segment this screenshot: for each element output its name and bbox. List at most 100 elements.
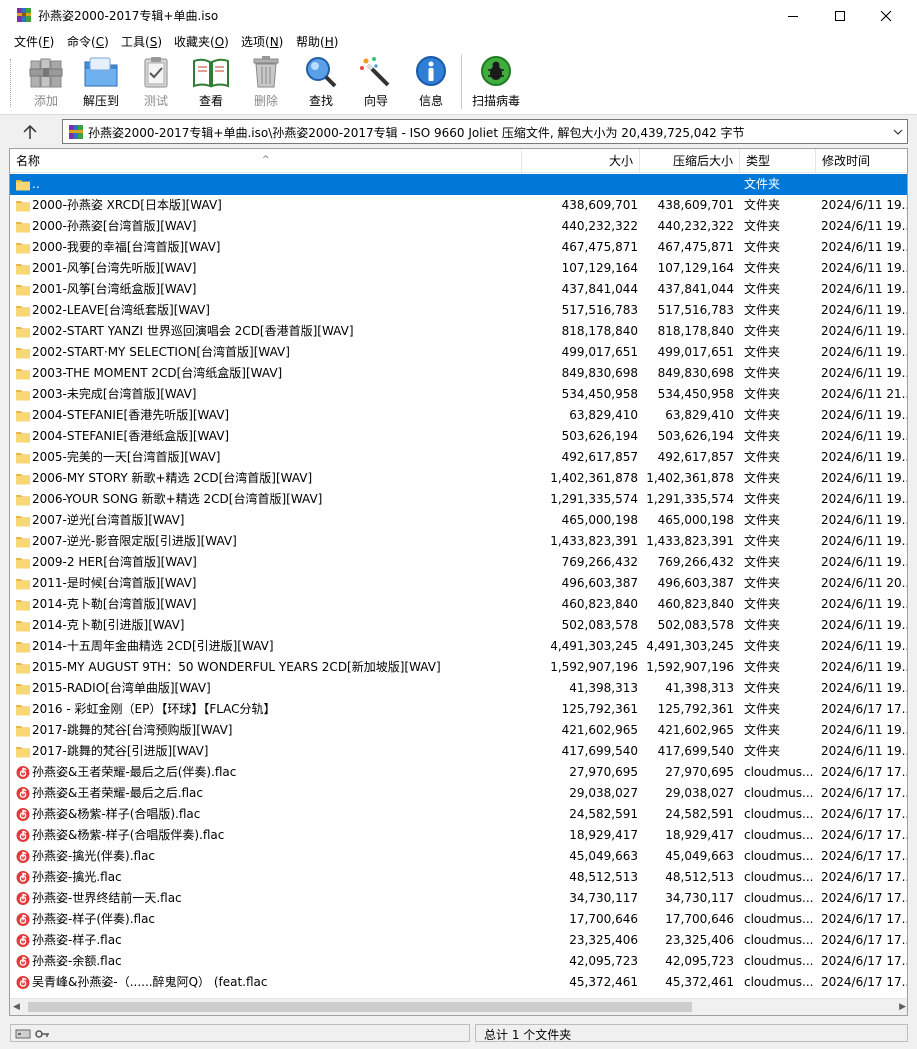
file-type: 文件夹	[744, 555, 781, 569]
file-size: 769,266,432	[561, 555, 638, 569]
delete-button[interactable]: 删除	[238, 55, 294, 113]
file-row[interactable]: 吴青峰&孙燕姿-（......醉鬼阿Q） (feat.flac 45,372,46…	[10, 972, 907, 993]
column-header-modified[interactable]: 修改时间	[816, 149, 907, 173]
folder-row[interactable]: 2009-2 HER[台湾首版][WAV] 769,266,432 769,266,…	[10, 552, 907, 573]
file-row[interactable]: 孙燕姿-擒光(伴奏).flac 45,049,663 45,049,663 cloud…	[10, 846, 907, 867]
view-button[interactable]: 查看	[183, 55, 239, 113]
folder-row[interactable]: 2017-跳舞的梵谷[台湾预购版][WAV] 421,602,965 421,602…	[10, 720, 907, 741]
folder-row[interactable]: 2001-风筝[台湾先听版][WAV] 107,129,164 107,129,16…	[10, 258, 907, 279]
trash-icon	[253, 56, 279, 88]
folder-row[interactable]: 2002-START·MY SELECTION[台湾首版][WAV] 499,01…	[10, 342, 907, 363]
file-list[interactable]: 名称 ^ 大小 压缩后大小 类型 修改时间 .. 文件夹 2000-孙燕姿 XRCD…	[9, 148, 908, 1016]
info-button[interactable]: 信息	[403, 55, 459, 113]
scroll-left-icon[interactable]: ◀	[13, 1002, 20, 1012]
folder-row[interactable]: 2000-孙燕姿 XRCD[日本版][WAV] 438,609,701 438,60…	[10, 195, 907, 216]
folder-row[interactable]: .. 文件夹	[10, 174, 907, 195]
file-row[interactable]: 孙燕姿&杨紫-样子(合唱版伴奏).flac 18,929,417 18,929,41…	[10, 825, 908, 846]
test-button[interactable]: 测试	[128, 55, 184, 113]
file-type: 文件夹	[744, 282, 781, 296]
folder-row[interactable]: 2014-十五周年金曲精选 2CD[引进版][WAV] 4,491,303,245…	[10, 636, 907, 657]
folder-row[interactable]: 2015-RADIO[台湾单曲版][WAV] 41,398,313 41,398,3…	[10, 678, 907, 699]
menu-command[interactable]: 命令(C)	[67, 33, 109, 50]
modified-date: 2024/6/11 19...	[821, 429, 908, 443]
title-bar[interactable]: 孙燕姿2000-2017专辑+单曲.iso	[0, 0, 917, 31]
close-button[interactable]	[863, 0, 909, 31]
file-type: cloudmus...	[744, 765, 814, 779]
column-header-packed[interactable]: 压缩后大小	[640, 149, 740, 173]
find-button[interactable]: 查找	[293, 55, 349, 113]
folder-row[interactable]: 2005-完美的一天[台湾首版][WAV] 492,617,857 492,617,…	[10, 447, 907, 468]
menu-tools[interactable]: 工具(S)	[121, 33, 162, 50]
column-header-size[interactable]: 大小	[522, 149, 640, 173]
file-size: 23,325,406	[569, 933, 638, 947]
folder-row[interactable]: 2004-STEFANIE[香港纸盒版][WAV] 503,626,194 503,…	[10, 426, 908, 447]
modified-date: 2024/6/11 19...	[821, 513, 908, 527]
folder-row[interactable]: 2014-克卜勒[引进版][WAV] 502,083,578 502,083,578…	[10, 615, 907, 636]
menu-favorites[interactable]: 收藏夹(O)	[174, 33, 229, 50]
file-row[interactable]: 孙燕姿&杨紫-样子(合唱版).flac 24,582,591 24,582,591 c…	[10, 804, 907, 825]
file-size: 849,830,698	[561, 366, 638, 380]
folder-row[interactable]: 2006-YOUR SONG 新歌+精选 2CD[台湾首版][WAV] 1,291…	[10, 489, 907, 510]
packed-size: 818,178,840	[657, 324, 734, 338]
file-type: 文件夹	[744, 408, 781, 422]
menu-help[interactable]: 帮助(H)	[296, 33, 338, 50]
folder-row[interactable]: 2002-LEAVE[台湾纸套版][WAV] 517,516,783 517,516…	[10, 300, 907, 321]
add-button[interactable]: 添加	[18, 55, 74, 113]
column-header-name[interactable]: 名称 ^	[10, 149, 522, 173]
address-field[interactable]: 孙燕姿2000-2017专辑+单曲.iso\孙燕姿2000-2017专辑 - I…	[62, 119, 908, 144]
modified-date: 2024/6/17 17...	[821, 828, 908, 842]
folder-row[interactable]: 2007-逆光-影音限定版[引进版][WAV] 1,433,823,391 1,43…	[10, 531, 907, 552]
packed-size: 23,325,406	[665, 933, 734, 947]
scan-virus-button[interactable]: 扫描病毒	[467, 55, 525, 113]
file-name: 2017-跳舞的梵谷[台湾预购版][WAV]	[32, 723, 233, 737]
folder-row[interactable]: 2014-克卜勒[台湾首版][WAV] 460,823,840 460,823,84…	[10, 594, 907, 615]
folder-row[interactable]: 2011-是时候[台湾首版][WAV] 496,603,387 496,603,38…	[10, 573, 907, 594]
folder-row[interactable]: 2001-风筝[台湾纸盒版][WAV] 437,841,044 437,841,04…	[10, 279, 907, 300]
file-size: 417,699,540	[561, 744, 638, 758]
file-row[interactable]: 孙燕姿-世界终结前一天.flac 34,730,117 34,730,117 clou…	[10, 888, 907, 909]
folder-row[interactable]: 2006-MY STORY 新歌+精选 2CD[台湾首版][WAV] 1,402,…	[10, 468, 907, 489]
file-row[interactable]: 孙燕姿&王者荣耀-最后之后.flac 29,038,027 29,038,027 cl…	[10, 783, 907, 804]
info-icon	[416, 56, 446, 86]
folder-row[interactable]: 2017-跳舞的梵谷[引进版][WAV] 417,699,540 417,699,5…	[10, 741, 907, 762]
folder-row[interactable]: 2000-我要的幸福[台湾首版][WAV] 467,475,871 467,475,…	[10, 237, 907, 258]
scroll-thumb[interactable]	[28, 1002, 692, 1012]
packed-size: 769,266,432	[657, 555, 734, 569]
wizard-button[interactable]: 向导	[348, 55, 404, 113]
horizontal-scrollbar[interactable]: ◀ ▶	[10, 998, 907, 1015]
folder-row[interactable]: 2000-孙燕姿[台湾首版][WAV] 440,232,322 440,232,32…	[10, 216, 907, 237]
column-header-type[interactable]: 类型	[740, 149, 816, 173]
scan-virus-label: 扫描病毒	[471, 94, 520, 108]
packed-size: 496,603,387	[657, 576, 734, 590]
file-type: cloudmus...	[744, 891, 814, 905]
folder-row[interactable]: 2003-THE MOMENT 2CD[台湾纸盒版][WAV] 849,830,6…	[10, 363, 907, 384]
chevron-down-icon[interactable]	[893, 128, 903, 136]
books-icon	[29, 58, 63, 88]
drive-key-icon[interactable]	[15, 1028, 51, 1040]
file-type: 文件夹	[744, 534, 781, 548]
packed-size: 34,730,117	[665, 891, 734, 905]
netease-music-icon	[16, 871, 30, 884]
extract-button[interactable]: 解压到	[73, 55, 129, 113]
file-row[interactable]: 孙燕姿-擒光.flac 48,512,513 48,512,513 cloudmus.…	[10, 867, 907, 888]
file-row[interactable]: 孙燕姿-样子(伴奏).flac 17,700,646 17,700,646 cloud…	[10, 909, 907, 930]
file-row[interactable]: 孙燕姿&王者荣耀-最后之后(伴奏).flac 27,970,695 27,970,6…	[10, 762, 907, 783]
up-arrow-icon[interactable]	[20, 123, 40, 141]
folder-row[interactable]: 2016 - 彩虹金刚（EP）【环球】【FLAC分轨】 125,792,361 12…	[10, 699, 907, 720]
file-row[interactable]: 孙燕姿-余额.flac 42,095,723 42,095,723 cloudmus.…	[10, 951, 907, 972]
menu-file[interactable]: 文件(F)	[14, 33, 54, 50]
folder-icon	[16, 726, 30, 737]
maximize-button[interactable]	[817, 0, 863, 31]
file-size: 818,178,840	[561, 324, 638, 338]
folder-row[interactable]: 2015-MY AUGUST 9TH：50 WONDERFUL YEARS 2C…	[10, 657, 907, 678]
packed-size: 502,083,578	[657, 618, 734, 632]
folder-row[interactable]: 2002-START YANZI 世界巡回演唱会 2CD[香港首版][WAV] 8…	[10, 321, 907, 342]
folder-row[interactable]: 2003-未完成[台湾首版][WAV] 534,450,958 534,450,95…	[10, 384, 907, 405]
minimize-button[interactable]	[770, 0, 816, 31]
folder-row[interactable]: 2004-STEFANIE[香港先听版][WAV] 63,829,410 63,82…	[10, 405, 907, 426]
file-row[interactable]: 孙燕姿-样子.flac 23,325,406 23,325,406 cloudmus.…	[10, 930, 907, 951]
scroll-right-icon[interactable]: ▶	[899, 1002, 906, 1012]
menu-options[interactable]: 选项(N)	[241, 33, 283, 50]
folder-row[interactable]: 2007-逆光[台湾首版][WAV] 465,000,198 465,000,198…	[10, 510, 908, 531]
folder-icon	[16, 432, 30, 443]
